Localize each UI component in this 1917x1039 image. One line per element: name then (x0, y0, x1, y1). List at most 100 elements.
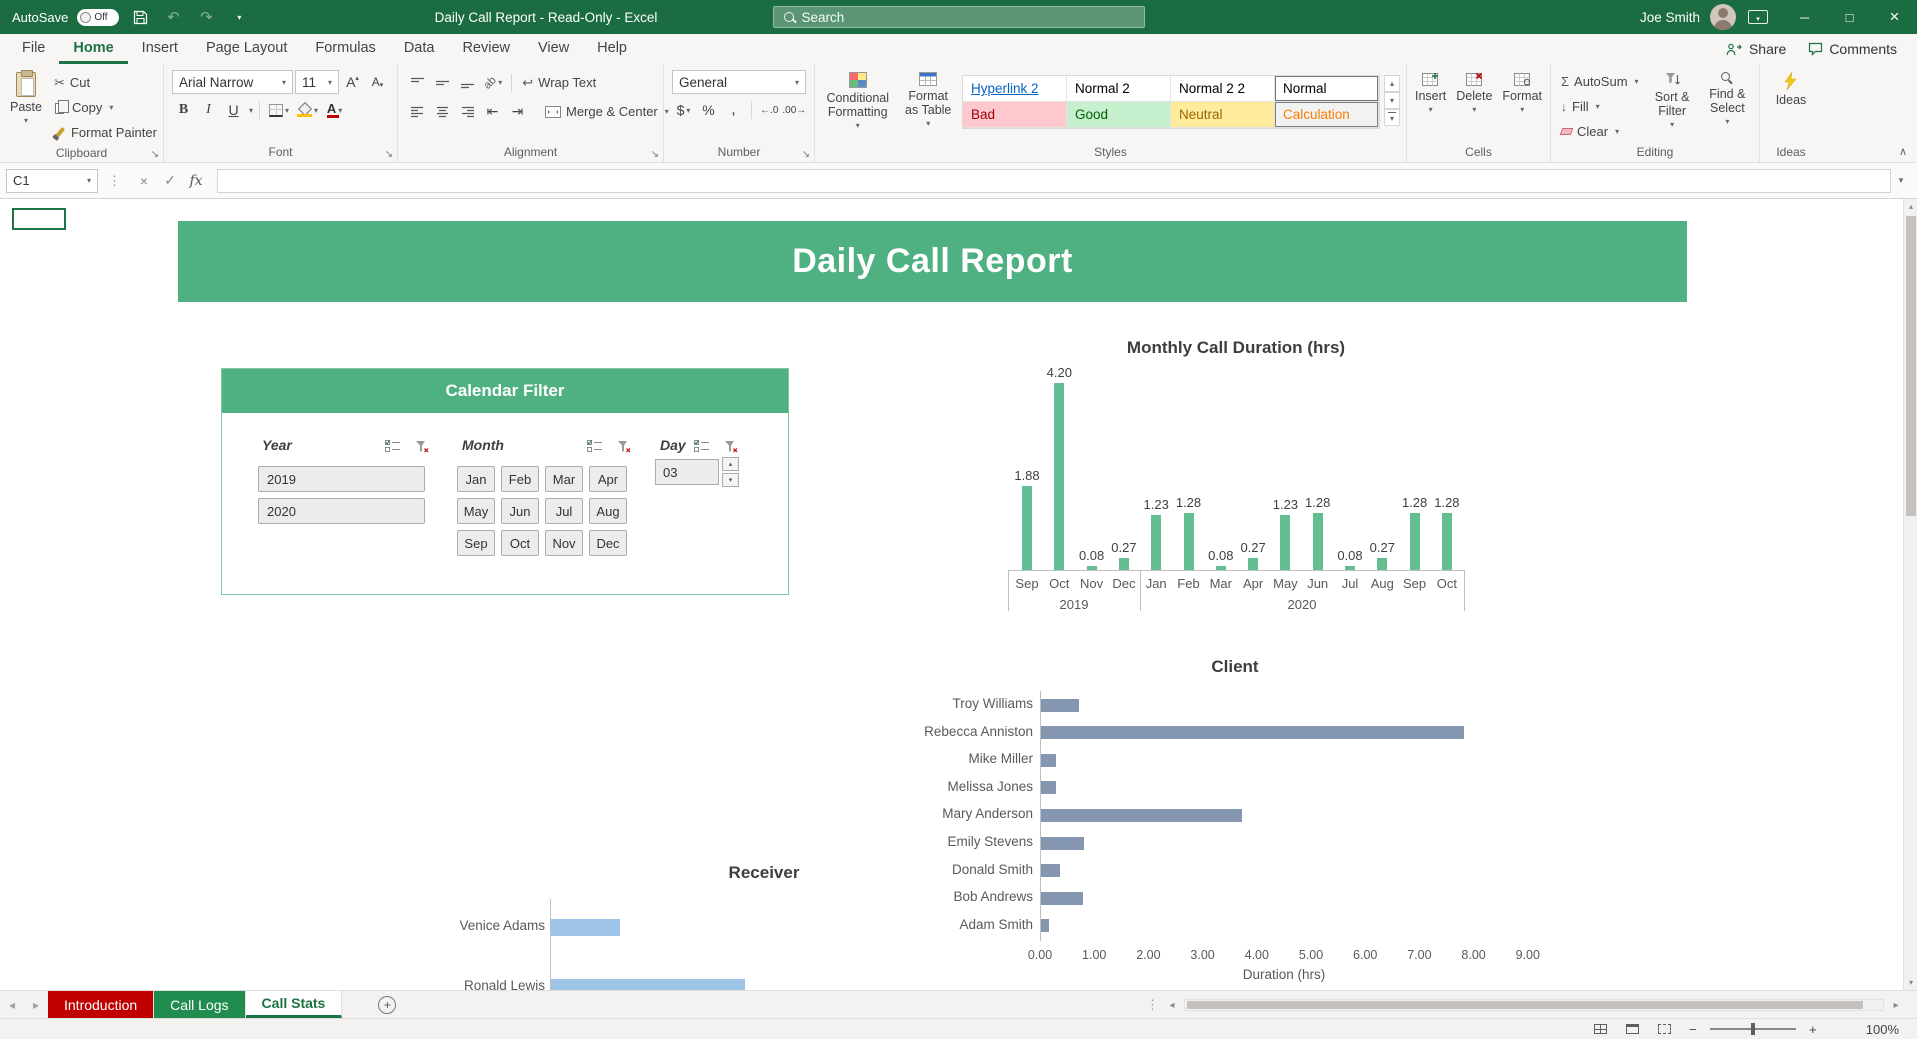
worksheet[interactable]: Daily Call Report Calendar Filter Year 2… (0, 199, 1903, 990)
search-box[interactable]: Search (772, 6, 1145, 28)
scroll-down-icon[interactable]: ▾ (1904, 975, 1917, 990)
year-clear-filter-icon[interactable] (412, 437, 432, 455)
hscroll-right-icon[interactable]: ▸ (1888, 997, 1904, 1013)
slicer-item-apr[interactable]: Apr (589, 466, 627, 492)
cell-style-bad[interactable]: Bad (963, 102, 1067, 128)
number-dialog-launcher[interactable]: ↘ (802, 150, 810, 160)
borders-button[interactable]: ▾ (266, 98, 292, 122)
fill-color-button[interactable]: ▾ (294, 98, 321, 122)
styles-more-button[interactable]: ▾ (1384, 109, 1400, 126)
decrease-indent-button[interactable]: ⇤ (481, 100, 504, 124)
bold-button[interactable]: B (172, 98, 195, 122)
ribbon-tab-page-layout[interactable]: Page Layout (192, 34, 301, 64)
cut-button[interactable]: ✂ Cut (50, 70, 161, 95)
collapse-ribbon-button[interactable]: ∧ (1899, 145, 1907, 158)
format-as-table-button[interactable]: Format as Table ▾ (896, 69, 960, 131)
slicer-item-may[interactable]: May (457, 498, 495, 524)
year-multiselect-icon[interactable] (383, 437, 403, 455)
sheet-nav-right-icon[interactable]: ▸ (24, 991, 48, 1018)
font-name-combo[interactable]: Arial Narrow ▾ (172, 70, 293, 94)
clipboard-dialog-launcher[interactable]: ↘ (151, 150, 159, 160)
month-multiselect-icon[interactable] (585, 437, 605, 455)
zoom-slider[interactable] (1709, 1022, 1796, 1036)
comma-style-button[interactable]: , (722, 98, 745, 122)
slicer-item-sep[interactable]: Sep (457, 530, 495, 556)
italic-button[interactable]: I (197, 98, 220, 122)
format-painter-button[interactable]: Format Painter (50, 120, 161, 145)
tabbar-splitter[interactable]: ⋮ (1146, 991, 1159, 1019)
paste-button[interactable]: Paste ▾ (6, 69, 46, 128)
decrease-font-size-button[interactable]: A ▾ (366, 70, 389, 94)
middle-align-button[interactable] (431, 71, 454, 95)
slicer-item-nov[interactable]: Nov (545, 530, 583, 556)
number-format-combo[interactable]: General ▾ (672, 70, 806, 94)
autosave-toggle[interactable]: Off (77, 8, 120, 26)
day-spin-down-button[interactable]: ▾ (722, 473, 739, 487)
delete-cells-button[interactable]: Delete ▾ (1452, 69, 1496, 117)
fill-button[interactable]: ↓ Fill ▾ (1557, 94, 1643, 119)
minimize-button[interactable]: ─ (1782, 0, 1827, 34)
formula-input[interactable] (217, 168, 1891, 193)
format-cells-button[interactable]: Format ▾ (1498, 69, 1546, 117)
merge-center-button[interactable]: Merge & Center ▾ (541, 99, 673, 124)
increase-font-size-button[interactable]: A ▴ (341, 70, 364, 94)
ribbon-tab-review[interactable]: Review (448, 34, 524, 64)
font-dialog-launcher[interactable]: ↘ (385, 150, 393, 160)
slicer-item-2020[interactable]: 2020 (258, 498, 425, 524)
comments-button[interactable]: Comments (1808, 41, 1897, 57)
name-box[interactable]: C1 ▾ (6, 168, 98, 193)
cell-style-hyperlink-2[interactable]: Hyperlink 2 (963, 76, 1067, 102)
accounting-format-button[interactable]: $ ▾ (672, 98, 695, 122)
decrease-decimal-button[interactable]: .00→ (782, 98, 806, 122)
ribbon-display-options-button[interactable]: ▾ (1748, 10, 1768, 24)
share-button[interactable]: Share (1726, 41, 1786, 57)
month-clear-filter-icon[interactable] (614, 437, 634, 455)
ribbon-tab-formulas[interactable]: Formulas (301, 34, 389, 64)
slicer-item-jan[interactable]: Jan (457, 466, 495, 492)
insert-function-icon[interactable]: fx (183, 169, 209, 193)
close-button[interactable]: × (1872, 0, 1917, 34)
align-center-button[interactable] (431, 100, 454, 124)
insert-cells-button[interactable]: Insert ▾ (1411, 69, 1450, 117)
horizontal-scrollbar[interactable] (1184, 999, 1884, 1011)
maximize-button[interactable]: □ (1827, 0, 1872, 34)
font-size-combo[interactable]: 11 ▾ (295, 70, 339, 94)
wrap-text-button[interactable]: ↩ Wrap Text (518, 70, 600, 95)
day-multiselect-icon[interactable] (692, 437, 712, 455)
cell-style-normal[interactable]: Normal (1275, 76, 1379, 102)
vertical-scrollbar[interactable]: ▴ ▾ (1903, 199, 1917, 990)
copy-button[interactable]: Copy ▾ (50, 95, 161, 120)
slicer-item-mar[interactable]: Mar (545, 466, 583, 492)
sheet-tab-introduction[interactable]: Introduction (48, 991, 155, 1018)
vertical-scroll-thumb[interactable] (1906, 216, 1916, 516)
ribbon-tab-help[interactable]: Help (583, 34, 641, 64)
normal-view-button[interactable] (1590, 1021, 1612, 1038)
sheet-tab-call-logs[interactable]: Call Logs (154, 991, 246, 1018)
align-left-button[interactable] (406, 100, 429, 124)
sort-filter-button[interactable]: Sort & Filter ▾ (1647, 69, 1698, 132)
styles-scroll-up-button[interactable]: ▴ (1384, 75, 1400, 92)
ribbon-tab-data[interactable]: Data (390, 34, 449, 64)
ribbon-tab-file[interactable]: File (8, 34, 59, 64)
new-sheet-button[interactable]: + (378, 995, 397, 1014)
day-input[interactable]: 03 (655, 459, 719, 485)
zoom-slider-thumb[interactable] (1750, 1023, 1755, 1035)
sheet-tab-call-stats[interactable]: Call Stats (245, 991, 343, 1018)
align-right-button[interactable] (456, 100, 479, 124)
percent-style-button[interactable]: % (697, 98, 720, 122)
page-layout-view-button[interactable] (1622, 1021, 1644, 1038)
find-select-button[interactable]: Find & Select ▾ (1702, 69, 1753, 129)
save-button[interactable] (128, 5, 152, 29)
formula-bar-splitter[interactable]: ⋮ (108, 173, 121, 189)
bottom-align-button[interactable] (456, 71, 479, 95)
slicer-item-dec[interactable]: Dec (589, 530, 627, 556)
horizontal-scroll-thumb[interactable] (1187, 1001, 1863, 1009)
zoom-in-button[interactable]: + (1806, 1022, 1820, 1037)
cell-style-normal-2[interactable]: Normal 2 (1067, 76, 1171, 102)
undo-button[interactable]: ↶ (161, 5, 185, 29)
day-spin-up-button[interactable]: ▴ (722, 457, 739, 471)
cell-style-good[interactable]: Good (1067, 102, 1171, 128)
page-break-view-button[interactable] (1654, 1021, 1676, 1038)
slicer-item-feb[interactable]: Feb (501, 466, 539, 492)
ribbon-tab-view[interactable]: View (524, 34, 583, 64)
